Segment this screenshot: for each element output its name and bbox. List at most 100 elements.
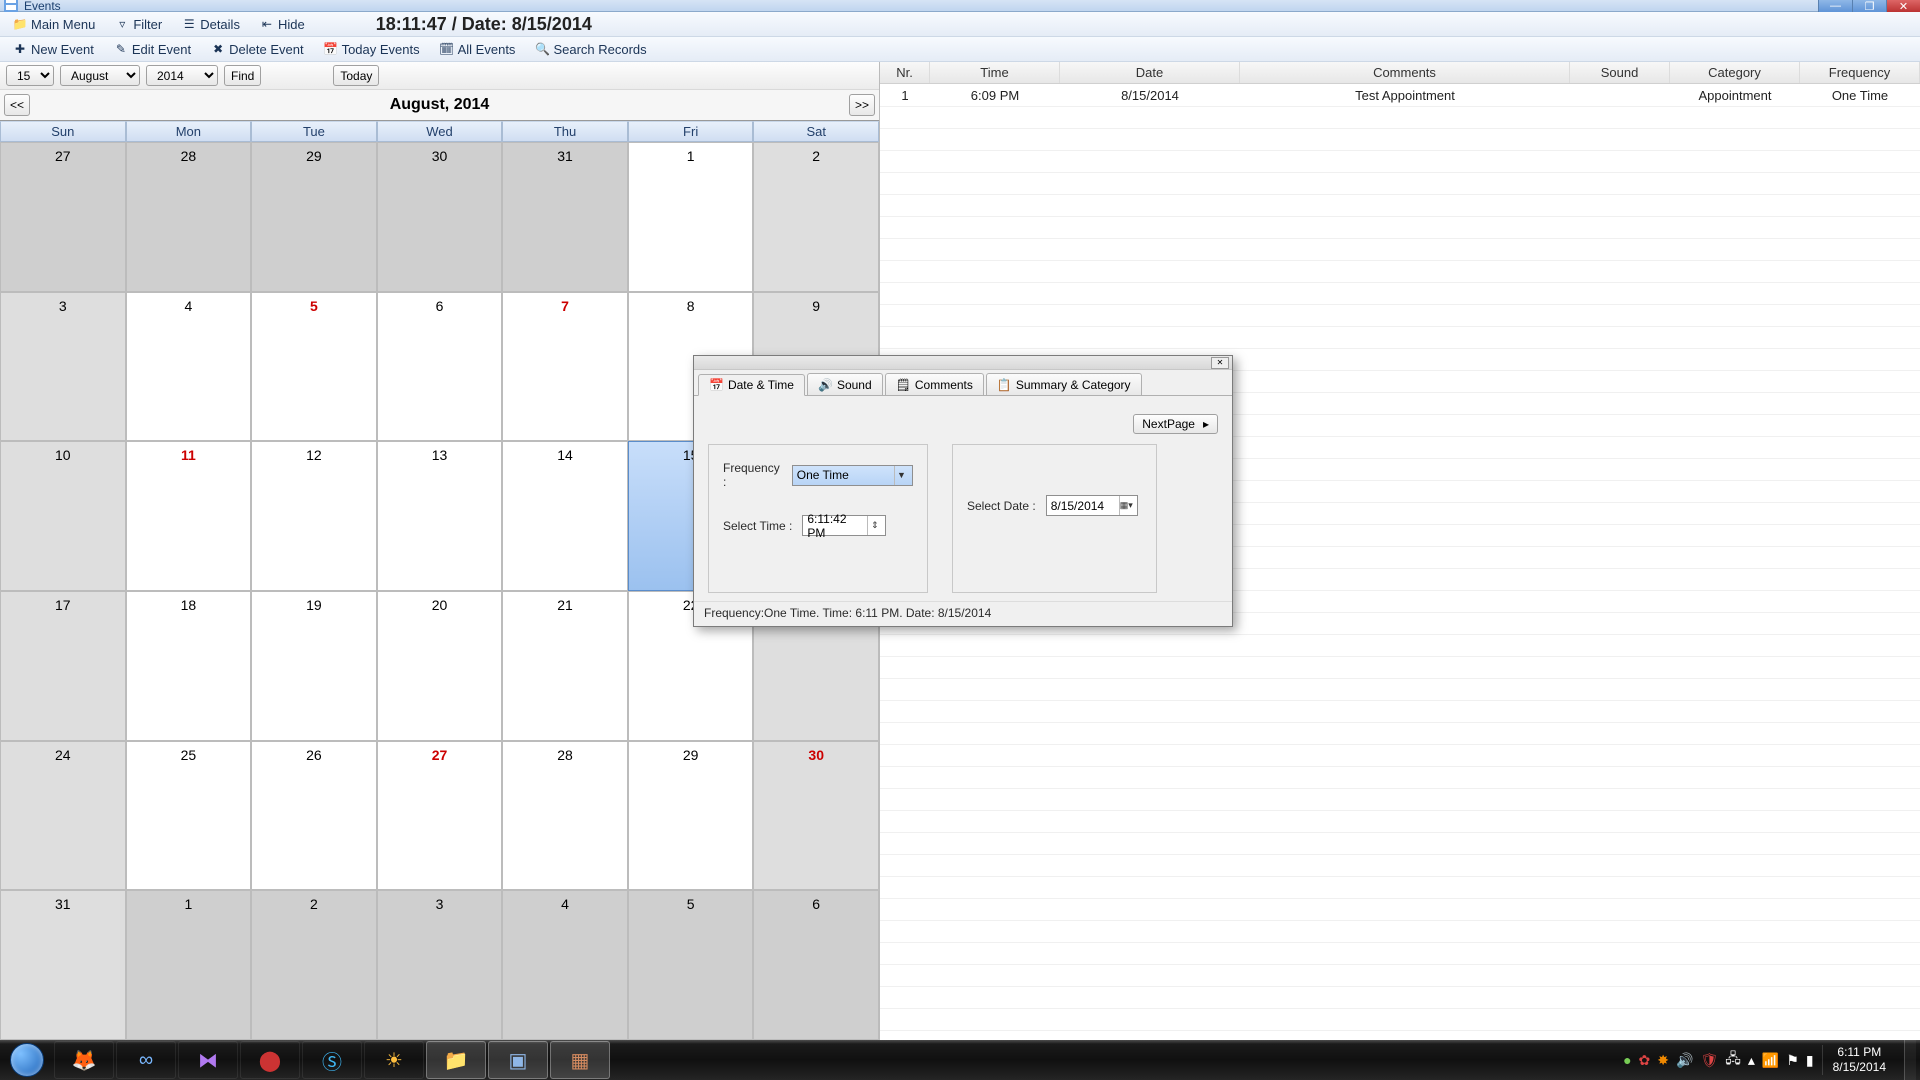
all-events-button[interactable]: 🗓 All Events	[431, 39, 525, 60]
dialog-close-button[interactable]: ✕	[1211, 357, 1229, 369]
task-record[interactable]: ⬤	[240, 1041, 300, 1079]
tray-icon[interactable]: ●	[1623, 1052, 1631, 1068]
cal-cell[interactable]: 30	[377, 142, 503, 292]
details-button[interactable]: ☰ Details	[173, 14, 249, 35]
cal-cell[interactable]: 3	[377, 890, 503, 1040]
tab-sound[interactable]: 🔊 Sound	[807, 373, 883, 395]
cal-cell[interactable]: 29	[628, 741, 754, 891]
col-sound[interactable]: Sound	[1570, 62, 1670, 83]
chevron-up-icon[interactable]: ▴	[1748, 1052, 1755, 1069]
cal-cell[interactable]: 18	[126, 591, 252, 741]
cal-cell[interactable]: 21	[502, 591, 628, 741]
cal-cell[interactable]: 3	[0, 292, 126, 442]
new-event-button[interactable]: ✚ New Event	[4, 39, 103, 60]
table-row[interactable]: 16:09 PM8/15/2014Test AppointmentAppoint…	[880, 84, 1920, 106]
maximize-button[interactable]: ❐	[1852, 0, 1886, 12]
tab-summary[interactable]: 📋 Summary & Category	[986, 373, 1142, 395]
cal-cell[interactable]: 6	[377, 292, 503, 442]
cal-cell[interactable]: 29	[251, 142, 377, 292]
cal-cell-number: 2	[252, 896, 376, 912]
task-infinity[interactable]: ∞	[116, 1041, 176, 1079]
cal-cell[interactable]: 1	[628, 142, 754, 292]
task-explorer[interactable]: 📁	[426, 1041, 486, 1079]
next-month-button[interactable]: >>	[849, 94, 875, 116]
col-category[interactable]: Category	[1670, 62, 1800, 83]
month-select[interactable]: August	[60, 65, 140, 86]
tray-icon[interactable]: ✸	[1657, 1052, 1669, 1069]
delete-event-button[interactable]: ✖ Delete Event	[202, 39, 312, 60]
minimize-button[interactable]: —	[1818, 0, 1852, 12]
show-desktop-button[interactable]	[1904, 1040, 1916, 1080]
cal-cell[interactable]: 24	[0, 741, 126, 891]
cal-cell[interactable]: 31	[0, 890, 126, 1040]
today-events-button[interactable]: 📅 Today Events	[315, 39, 429, 60]
cal-cell[interactable]: 2	[753, 142, 879, 292]
wifi-icon[interactable]: 📶	[1762, 1052, 1779, 1069]
filter-button[interactable]: ▿ Filter	[106, 14, 171, 35]
today-button[interactable]: Today	[333, 65, 379, 86]
cal-cell[interactable]: 20	[377, 591, 503, 741]
cal-cell[interactable]: 1	[126, 890, 252, 1040]
tray-icon[interactable]: ✿	[1639, 1052, 1651, 1069]
cal-cell[interactable]: 28	[502, 741, 628, 891]
tray-clock[interactable]: 6:11 PM 8/15/2014	[1822, 1045, 1896, 1075]
tab-comments[interactable]: 🗒 Comments	[885, 373, 984, 395]
task-visualstudio[interactable]: ⧓	[178, 1041, 238, 1079]
cal-cell[interactable]: 13	[377, 441, 503, 591]
find-button[interactable]: Find	[224, 65, 261, 86]
tray-icon[interactable]: 🛡	[1700, 1052, 1718, 1069]
cal-cell[interactable]: 14	[502, 441, 628, 591]
cal-cell[interactable]: 11	[126, 441, 252, 591]
cal-cell[interactable]: 12	[251, 441, 377, 591]
cal-cell[interactable]: 4	[126, 292, 252, 442]
task-firefox[interactable]: 🦊	[54, 1041, 114, 1079]
task-weather[interactable]: ☀	[364, 1041, 424, 1079]
cal-cell[interactable]: 5	[628, 890, 754, 1040]
new-event-label: New Event	[31, 42, 94, 57]
main-menu-button[interactable]: 📁 Main Menu	[4, 14, 104, 35]
frequency-select[interactable]: One Time ▼	[792, 465, 913, 486]
date-input[interactable]: 8/15/2014 ▦▾	[1046, 495, 1138, 516]
close-button[interactable]: ✕	[1886, 0, 1920, 12]
cal-cell[interactable]: 7	[502, 292, 628, 442]
cal-cell[interactable]: 19	[251, 591, 377, 741]
cal-cell[interactable]: 27	[0, 142, 126, 292]
tab-datetime[interactable]: 📅 Date & Time	[698, 374, 805, 396]
cal-cell[interactable]: 17	[0, 591, 126, 741]
search-records-button[interactable]: 🔍 Search Records	[526, 39, 655, 60]
col-comments[interactable]: Comments	[1240, 62, 1570, 83]
battery-icon[interactable]: ▮	[1806, 1052, 1814, 1069]
cal-cell[interactable]: 31	[502, 142, 628, 292]
cal-cell[interactable]: 25	[126, 741, 252, 891]
year-select[interactable]: 2014	[146, 65, 218, 86]
cal-cell[interactable]: 26	[251, 741, 377, 891]
task-app2[interactable]: ▦	[550, 1041, 610, 1079]
task-app1[interactable]: ▣	[488, 1041, 548, 1079]
volume-icon[interactable]: 🔊	[1676, 1052, 1693, 1069]
dialog-body: NextPage ▸ Frequency : One Time ▼ Select…	[694, 395, 1232, 601]
cal-cell[interactable]: 2	[251, 890, 377, 1040]
day-select[interactable]: 15	[6, 65, 54, 86]
cal-cell[interactable]: 28	[126, 142, 252, 292]
edit-event-button[interactable]: ✎ Edit Event	[105, 39, 200, 60]
cal-cell[interactable]: 6	[753, 890, 879, 1040]
cal-cell[interactable]: 30	[753, 741, 879, 891]
hide-button[interactable]: ⇤ Hide	[251, 14, 314, 35]
dialog-title-bar[interactable]: ✕	[694, 356, 1232, 370]
col-date[interactable]: Date	[1060, 62, 1240, 83]
cal-cell[interactable]: 27	[377, 741, 503, 891]
flag-icon[interactable]: ⚑	[1786, 1052, 1799, 1069]
col-nr[interactable]: Nr.	[880, 62, 930, 83]
col-time[interactable]: Time	[930, 62, 1060, 83]
time-input[interactable]: 6:11:42 PM ⇕	[802, 515, 886, 536]
cal-cell[interactable]: 10	[0, 441, 126, 591]
task-skype[interactable]: Ⓢ	[302, 1041, 362, 1079]
network-icon[interactable]: 🖧	[1725, 1048, 1741, 1072]
tray-icons[interactable]: ● ✿ ✸ 🔊 🛡 🖧 ▴ 📶 ⚑ ▮	[1623, 1048, 1814, 1072]
col-frequency[interactable]: Frequency	[1800, 62, 1920, 83]
next-page-button[interactable]: NextPage ▸	[1133, 414, 1218, 434]
prev-month-button[interactable]: <<	[4, 94, 30, 116]
cal-cell[interactable]: 4	[502, 890, 628, 1040]
start-button[interactable]	[0, 1040, 54, 1080]
cal-cell[interactable]: 5	[251, 292, 377, 442]
